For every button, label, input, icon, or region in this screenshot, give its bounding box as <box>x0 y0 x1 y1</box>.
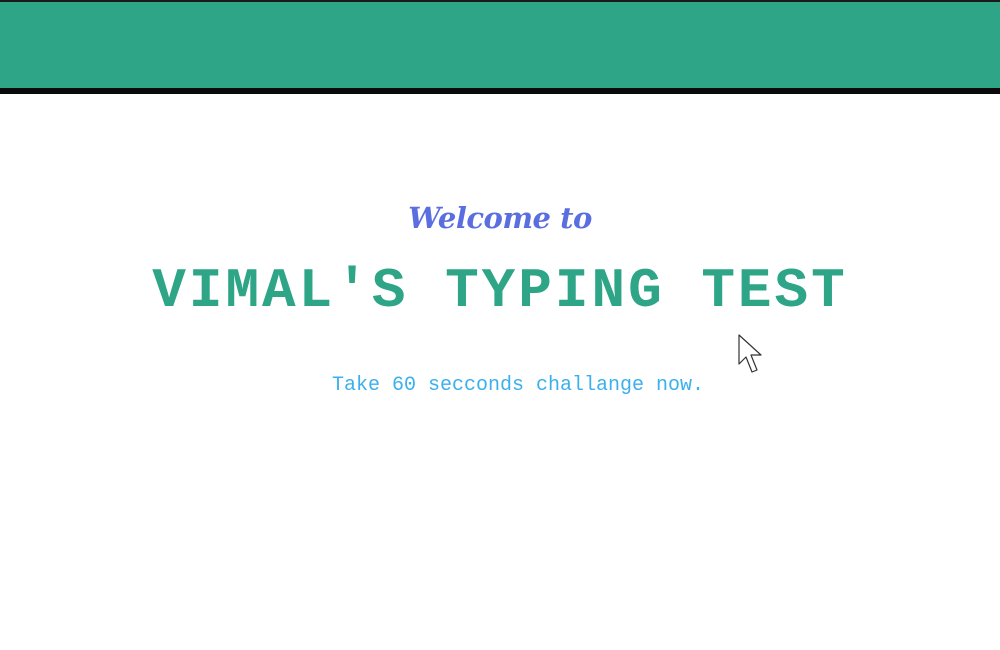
hero-section: Welcome to VIMAL'S TYPING TEST <box>0 190 1000 336</box>
page-title: VIMAL'S TYPING TEST <box>152 259 848 323</box>
challenge-subtitle: Take 60 secconds challange now. <box>331 374 705 397</box>
page: Welcome to VIMAL'S TYPING TEST Take 60 s… <box>0 0 1000 650</box>
top-nav-bar <box>0 0 1000 88</box>
welcome-text: Welcome to <box>408 201 592 235</box>
nav-bar-divider <box>0 88 1000 94</box>
mouse-pointer-icon <box>738 334 762 373</box>
